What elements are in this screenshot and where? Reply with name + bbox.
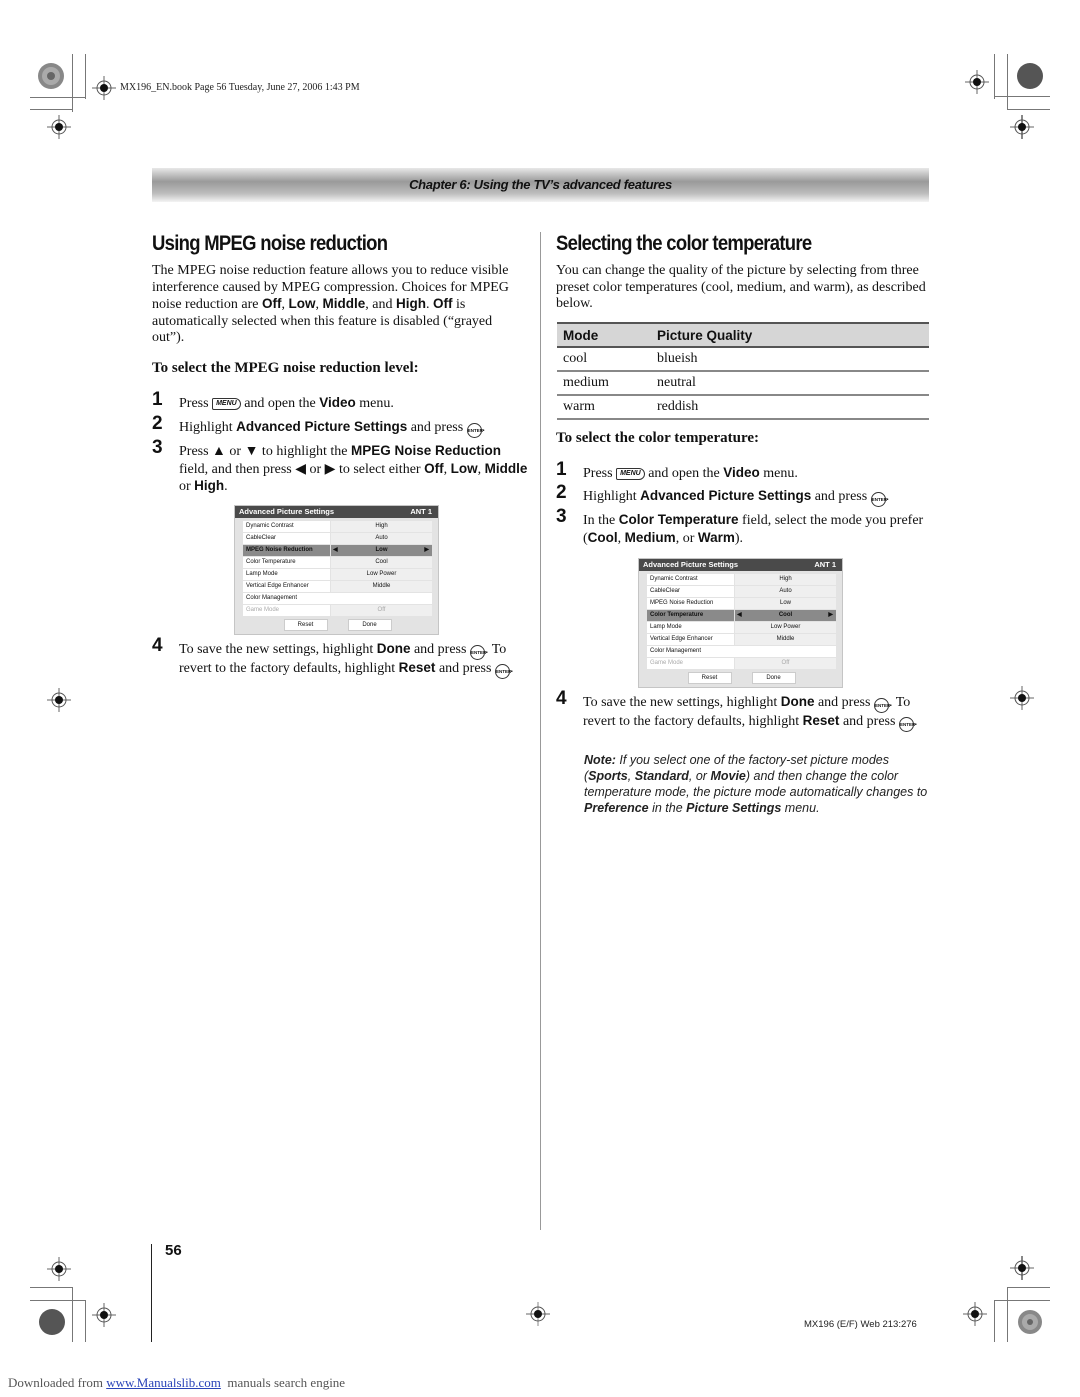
registration-dot-icon (39, 1309, 65, 1335)
osd-row-lamp-mode[interactable]: Lamp Mode Low Power (647, 622, 836, 633)
registration-mark-icon (1010, 1256, 1034, 1280)
book-info: MX196_EN.book Page 56 Tuesday, June 27, … (120, 82, 360, 93)
registration-mark-icon (965, 70, 989, 94)
osd-row-cableclear[interactable]: CableClear Auto (243, 533, 432, 544)
mpeg-step-2: 2 Highlight Advanced Picture Settings an… (152, 414, 532, 438)
enter-key-icon: ENTER (469, 645, 486, 660)
osd-row-game-mode: Game Mode Off (647, 658, 836, 669)
arrow-right-icon[interactable]: ▶ (828, 610, 833, 621)
arrow-right-icon[interactable]: ▶ (424, 545, 429, 556)
osd-title: Advanced Picture Settings (239, 507, 335, 516)
osd-reset-button[interactable]: Reset (283, 619, 328, 631)
enter-key-icon: ENTER (494, 664, 511, 679)
color-step-2: 2 Highlight Advanced Picture Settings an… (556, 483, 936, 507)
osd-advanced-picture-settings-color: Advanced Picture Settings ANT 1 Dynamic C… (638, 558, 843, 688)
osd-input: ANT 1 (410, 507, 432, 516)
osd-row-cableclear[interactable]: CableClear Auto (647, 586, 836, 597)
registration-mark-icon (47, 1257, 71, 1281)
osd-done-button[interactable]: Done (751, 672, 796, 684)
osd-reset-button[interactable]: Reset (687, 672, 732, 684)
chapter-banner: Chapter 6: Using the TV’s advanced featu… (152, 168, 929, 202)
mpeg-step-3: 3 Press ▲ or ▼ to highlight the MPEG Noi… (152, 437, 528, 495)
color-temp-subheading: To select the color temperature: (556, 430, 759, 446)
color-step-1: 1 Press MENU and open the Video menu. (556, 459, 798, 481)
osd-row-color-temperature[interactable]: Color Temperature ◀ Cool ▶ (647, 610, 836, 621)
section-title-mpeg: Using MPEG noise reduction (152, 232, 388, 255)
enter-key-icon: ENTER (870, 492, 887, 507)
column-divider (540, 232, 541, 1230)
menu-key-icon: MENU (212, 398, 241, 410)
mpeg-subheading: To select the MPEG noise reduction level… (152, 360, 419, 376)
osd-row-mpeg-noise-reduction[interactable]: MPEG Noise Reduction ◀ Low ▶ (243, 545, 432, 556)
registration-mark-icon (47, 115, 71, 139)
osd-done-button[interactable]: Done (347, 619, 392, 631)
registration-mark-icon (92, 76, 116, 100)
download-notice: Downloaded from www.Manualslib.com manua… (8, 1375, 346, 1390)
enter-key-icon: ENTER (466, 423, 483, 438)
color-temp-intro: You can change the quality of the pictur… (556, 263, 926, 312)
color-step-3: 3 In the Color Temperature field, select… (556, 506, 924, 546)
registration-mark-icon (526, 1302, 550, 1326)
table-row: warm reddish (557, 395, 929, 420)
menu-key-icon: MENU (616, 468, 645, 480)
registration-dot-icon (1017, 63, 1043, 89)
osd-row-game-mode: Game Mode Off (243, 605, 432, 616)
table-row: cool blueish (557, 347, 929, 372)
note-label: Note: (584, 753, 616, 767)
mpeg-intro: The MPEG noise reduction feature allows … (152, 263, 509, 346)
enter-key-icon: ENTER (898, 717, 915, 732)
osd-title: Advanced Picture Settings (643, 560, 739, 569)
osd-row-vertical-edge-enhancer[interactable]: Vertical Edge Enhancer Middle (647, 634, 836, 645)
enter-key-icon: ENTER (873, 698, 890, 713)
note: Note: If you select one of the factory-s… (584, 753, 928, 815)
arrow-left-icon[interactable]: ◀ (737, 610, 742, 621)
registration-starburst-icon (1018, 1310, 1042, 1334)
section-title-color-temperature: Selecting the color temperature (556, 232, 812, 255)
color-step-4: 4 To save the new settings, highlight Do… (556, 689, 936, 746)
chapter-title: Chapter 6: Using the TV’s advanced featu… (409, 177, 672, 192)
registration-mark-icon (963, 1302, 987, 1326)
print-code: MX196 (E/F) Web 213:276 (804, 1319, 917, 1330)
table-header-picture-quality: Picture Quality (651, 322, 929, 348)
osd-row-color-management[interactable]: Color Management (243, 593, 432, 604)
mpeg-step-1: 1 Press MENU and open the Video menu. (152, 389, 394, 411)
registration-starburst-icon (38, 63, 64, 89)
registration-mark-icon (92, 1303, 116, 1327)
osd-row-dynamic-contrast[interactable]: Dynamic Contrast High (243, 521, 432, 532)
registration-mark-icon (1010, 686, 1034, 710)
registration-mark-icon (1010, 115, 1034, 139)
osd-row-lamp-mode[interactable]: Lamp Mode Low Power (243, 569, 432, 580)
page-number: 56 (165, 1242, 182, 1259)
table-header-row: Mode Picture Quality (557, 322, 929, 348)
osd-advanced-picture-settings-mpeg: Advanced Picture Settings ANT 1 Dynamic C… (234, 505, 439, 635)
table-header-mode: Mode (557, 322, 651, 348)
manualslib-link[interactable]: www.Manualslib.com (106, 1375, 221, 1390)
osd-row-color-temperature[interactable]: Color Temperature Cool (243, 557, 432, 568)
osd-row-mpeg-noise-reduction[interactable]: MPEG Noise Reduction Low (647, 598, 836, 609)
table-row: medium neutral (557, 371, 929, 396)
arrow-left-icon[interactable]: ◀ (333, 545, 338, 556)
registration-mark-icon (47, 688, 71, 712)
color-temperature-table: Mode Picture Quality cool blueish medium n… (557, 322, 929, 420)
osd-input: ANT 1 (814, 560, 836, 569)
osd-row-color-management[interactable]: Color Management (647, 646, 836, 657)
osd-row-dynamic-contrast[interactable]: Dynamic Contrast High (647, 574, 836, 585)
mpeg-step-4: 4 To save the new settings, highlight Do… (152, 636, 532, 693)
osd-row-vertical-edge-enhancer[interactable]: Vertical Edge Enhancer Middle (243, 581, 432, 592)
